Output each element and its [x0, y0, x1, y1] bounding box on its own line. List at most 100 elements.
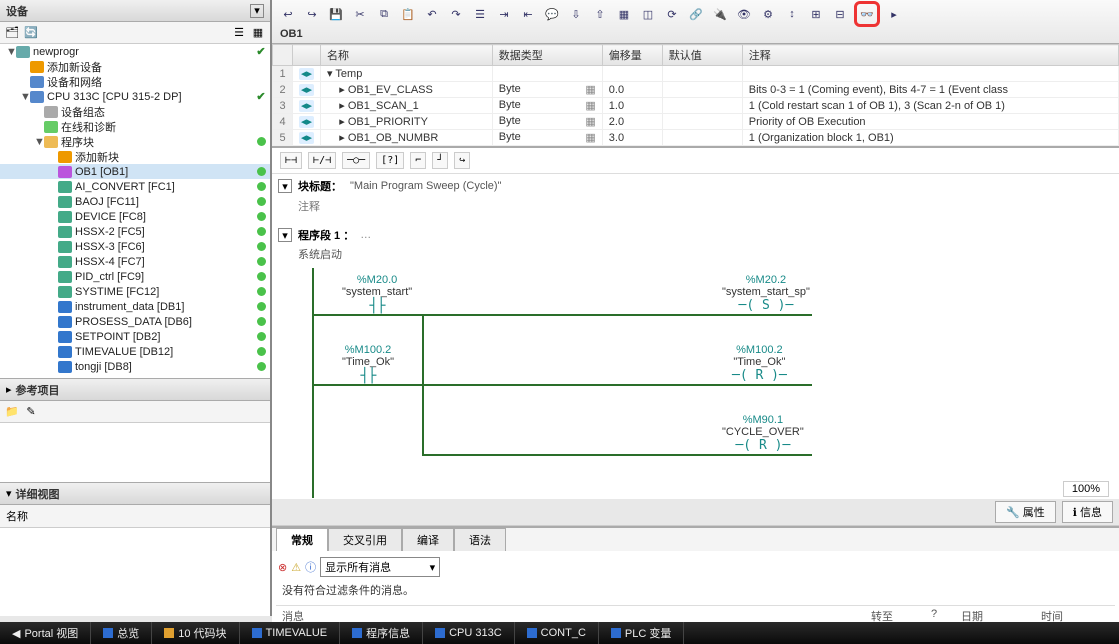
cell-offset[interactable]: 3.0	[602, 130, 662, 146]
tree-item[interactable]: TIMEVALUE [DB12]	[0, 344, 270, 359]
cell-offset[interactable]: 1.0	[602, 98, 662, 114]
collapse-icon[interactable]: ▾	[250, 4, 264, 18]
col-name[interactable]: 名称	[321, 45, 493, 66]
cell-offset[interactable]	[602, 66, 662, 82]
cell-default[interactable]	[662, 66, 742, 82]
redo-icon[interactable]: ↷	[446, 4, 466, 24]
network-icon[interactable]: ▦	[614, 4, 634, 24]
cell-dtype[interactable]	[492, 66, 602, 82]
cell-name[interactable]: ▸ OB1_EV_CLASS	[321, 82, 493, 98]
network-body[interactable]: %M20.0 "system_start" ┤├ %M20.2 "system_…	[272, 262, 1119, 499]
cell-comment[interactable]: 1 (Organization block 1, OB1)	[742, 130, 1118, 146]
network-subtitle[interactable]: 系统启动	[272, 246, 1119, 262]
message-tab[interactable]: 编译	[402, 528, 454, 551]
interface-row[interactable]: 5◂▸ ▸ OB1_OB_NUMBRByte ▦3.01 (Organizati…	[273, 130, 1119, 146]
coil-time-ok[interactable]: %M100.2 "Time_Ok" ─( R )─	[732, 344, 787, 383]
cell-offset[interactable]: 2.0	[602, 114, 662, 130]
indent-icon[interactable]: ⇥	[494, 4, 514, 24]
tree-item[interactable]: DEVICE [FC8]	[0, 209, 270, 224]
branch-open-icon[interactable]: ⌐	[410, 152, 426, 169]
tool1-icon[interactable]: ↕	[782, 4, 802, 24]
tree-item[interactable]: 设备组态	[0, 104, 270, 119]
tree-item[interactable]: instrument_data [DB1]	[0, 299, 270, 314]
cell-dtype[interactable]: Byte ▦	[492, 130, 602, 146]
tree-toggle-icon[interactable]: ▼	[34, 136, 44, 148]
tree-item[interactable]: HSSX-4 [FC7]	[0, 254, 270, 269]
message-tab[interactable]: 常规	[276, 528, 328, 551]
cell-name[interactable]: ▸ OB1_PRIORITY	[321, 114, 493, 130]
cell-comment[interactable]: Priority of OB Execution	[742, 114, 1118, 130]
message-tab[interactable]: 交叉引用	[328, 528, 402, 551]
comment-icon[interactable]: 💬	[542, 4, 562, 24]
collapse-toggle-icon[interactable]: ▾	[278, 179, 292, 193]
tree-item[interactable]: tongji [DB8]	[0, 359, 270, 374]
compile-icon[interactable]: ⚙	[758, 4, 778, 24]
cell-name[interactable]: ▸ OB1_SCAN_1	[321, 98, 493, 114]
expand-icon[interactable]: ☰	[231, 25, 247, 41]
interface-row[interactable]: 1◂▸▾ Temp	[273, 66, 1119, 82]
warning-icon[interactable]: ⚠	[291, 561, 301, 574]
collapse-arrow-icon[interactable]: ▾	[6, 487, 12, 500]
glasses-monitor-icon[interactable]: 👓	[854, 1, 880, 27]
cell-dtype[interactable]: Byte ▦	[492, 98, 602, 114]
tree-item[interactable]: PID_ctrl [FC9]	[0, 269, 270, 284]
coil-system-start-sp[interactable]: %M20.2 "system_start_sp" ─( S )─	[722, 274, 810, 313]
cell-default[interactable]	[662, 130, 742, 146]
tool3-icon[interactable]: ⊟	[830, 4, 850, 24]
cell-comment[interactable]: Bits 0-3 = 1 (Coming event), Bits 4-7 = …	[742, 82, 1118, 98]
coil-cycle-over[interactable]: %M90.1 "CYCLE_OVER" ─( R )─	[722, 414, 804, 453]
download-icon[interactable]: ⇩	[566, 4, 586, 24]
nav-back-icon[interactable]: ↩	[278, 4, 298, 24]
taskbar-item[interactable]: CONT_C	[515, 622, 599, 644]
branch-close-icon[interactable]: ┘	[432, 152, 448, 169]
col-default[interactable]: 默认值	[662, 45, 742, 66]
tree-item[interactable]: HSSX-2 [FC5]	[0, 224, 270, 239]
box-icon[interactable]: [?]	[376, 152, 404, 169]
cell-dtype[interactable]: Byte ▦	[492, 82, 602, 98]
undo-icon[interactable]: ↶	[422, 4, 442, 24]
network-toggle-icon[interactable]: ▾	[278, 228, 292, 242]
cut-icon[interactable]: ✂	[350, 4, 370, 24]
split-icon[interactable]: ◫	[638, 4, 658, 24]
error-icon[interactable]: ⊗	[278, 561, 287, 574]
tree-toggle-icon[interactable]: ▼	[20, 91, 30, 103]
tree-item[interactable]: 在线和诊断	[0, 119, 270, 134]
block-title-value[interactable]: "Main Program Sweep (Cycle)"	[350, 180, 501, 192]
copy-icon[interactable]: ⧉	[374, 4, 394, 24]
contact-no-icon[interactable]: ⊢⊣	[280, 152, 302, 169]
tree-view-icon[interactable]: 🗂	[4, 25, 20, 41]
tree-item[interactable]: HSSX-3 [FC6]	[0, 239, 270, 254]
code-area[interactable]: ⊢⊣ ⊢/⊣ ─○─ [?] ⌐ ┘ ↪ ▾ 块标题： "Main Progra…	[272, 148, 1119, 499]
upload-icon[interactable]: ⇧	[590, 4, 610, 24]
col-offset[interactable]: 偏移量	[602, 45, 662, 66]
nav-fwd-icon[interactable]: ↪	[302, 4, 322, 24]
cell-comment[interactable]: 1 (Cold restart scan 1 of OB 1), 3 (Scan…	[742, 98, 1118, 114]
cell-comment[interactable]	[742, 66, 1118, 82]
cell-default[interactable]	[662, 98, 742, 114]
save-icon[interactable]: 💾	[326, 4, 346, 24]
tree-item[interactable]: ▼newprogr✔	[0, 44, 270, 59]
cell-dtype[interactable]: Byte ▦	[492, 114, 602, 130]
tab-properties[interactable]: 🔧 属性	[995, 501, 1056, 523]
new-icon[interactable]: ✎	[23, 404, 39, 420]
col-dtype[interactable]: 数据类型	[492, 45, 602, 66]
tree-item[interactable]: SYSTIME [FC12]	[0, 284, 270, 299]
tool4-icon[interactable]: ▸	[884, 4, 904, 24]
interface-row[interactable]: 3◂▸ ▸ OB1_SCAN_1Byte ▦1.01 (Cold restart…	[273, 98, 1119, 114]
contact-time-ok[interactable]: %M100.2 "Time_Ok" ┤├	[342, 344, 394, 384]
contact-system-start[interactable]: %M20.0 "system_start" ┤├	[342, 274, 412, 314]
cell-default[interactable]	[662, 114, 742, 130]
cell-name[interactable]: ▾ Temp	[321, 66, 493, 82]
monitor-icon[interactable]: 👁	[734, 4, 754, 24]
filter-dropdown[interactable]: 显示所有消息▾	[320, 557, 440, 577]
taskbar-item[interactable]: TIMEVALUE	[240, 622, 341, 644]
tree-item[interactable]: SETPOINT [DB2]	[0, 329, 270, 344]
cell-offset[interactable]: 0.0	[602, 82, 662, 98]
contact-nc-icon[interactable]: ⊢/⊣	[308, 152, 336, 169]
collapse-arrow-icon[interactable]: ▸	[6, 383, 12, 396]
grid-icon[interactable]: ▦	[250, 25, 266, 41]
coil-icon[interactable]: ─○─	[342, 152, 370, 169]
tab-info[interactable]: ℹ 信息	[1062, 501, 1113, 523]
info-icon[interactable]: ⓘ	[305, 559, 316, 575]
tree-toggle-icon[interactable]: ▼	[6, 46, 16, 58]
